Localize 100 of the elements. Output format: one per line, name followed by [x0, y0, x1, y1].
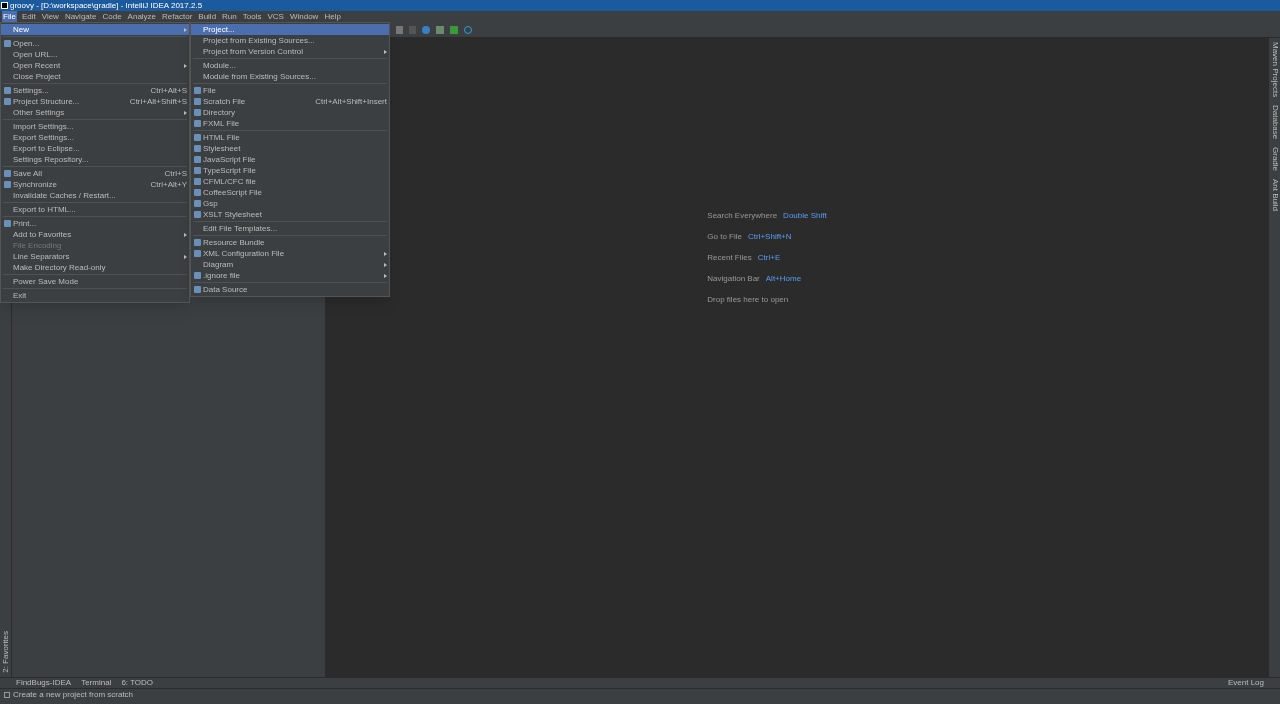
menu-bar-item[interactable]: Navigate: [63, 10, 98, 23]
menu-item[interactable]: Open URL...: [1, 49, 189, 60]
tool-window-tab[interactable]: Event Log: [1227, 677, 1264, 689]
menu-item[interactable]: Project from Version Control: [191, 46, 389, 57]
menu-item[interactable]: Data Source: [191, 284, 389, 295]
menu-item[interactable]: Exit: [1, 290, 189, 301]
menu-bar-item[interactable]: Edit: [20, 10, 37, 23]
menu-label: Export to Eclipse...: [13, 142, 81, 155]
menu-label: Gsp: [203, 197, 219, 210]
menu-item[interactable]: XSLT Stylesheet: [191, 209, 389, 220]
menu-label: XML Configuration File: [203, 247, 286, 260]
tool-window-tab[interactable]: 2: Favorites: [0, 631, 12, 673]
tool-window-tab[interactable]: FindBugs-IDEA: [16, 677, 72, 689]
menu-item[interactable]: Export Settings...: [1, 132, 189, 143]
menu-item[interactable]: Diagram: [191, 259, 389, 270]
menu-item[interactable]: .ignore file: [191, 270, 389, 281]
menu-bar-item[interactable]: Refactor: [161, 10, 194, 23]
menu-label: Synchronize: [13, 178, 59, 191]
menu-item[interactable]: Export to Eclipse...: [1, 143, 189, 154]
menu-label: Make Directory Read-only: [13, 261, 107, 274]
menu-item[interactable]: Line Separators: [1, 251, 189, 262]
menu-item[interactable]: JavaScript File: [191, 154, 389, 165]
menu-item[interactable]: Settings Repository...: [1, 154, 189, 165]
tool-window-tab[interactable]: Ant Build: [1268, 179, 1280, 212]
window-title: groovy - [D:\workspace\gradle] - IntelliJ IDEA 2017.2.5: [10, 0, 203, 12]
menu-label: Settings...: [13, 84, 50, 97]
menu-item[interactable]: Open Recent: [1, 60, 189, 71]
menu-label: Resource Bundle: [203, 236, 266, 249]
menu-item[interactable]: Module...: [191, 60, 389, 71]
menu-item[interactable]: TypeScript File: [191, 165, 389, 176]
shortcut-text: Ctrl+Alt+Shift+S: [129, 95, 187, 108]
menu-label: Line Separators: [13, 250, 71, 263]
menu-item[interactable]: CoffeeScript File: [191, 187, 389, 198]
menu-label: Project Structure...: [13, 95, 81, 108]
menu-bar-item[interactable]: Run: [221, 10, 238, 23]
menu-item[interactable]: Project...: [191, 24, 389, 35]
menu-item[interactable]: Save All Ctrl+S: [1, 168, 189, 179]
menu-label: Export to HTML...: [13, 203, 77, 216]
menu-item[interactable]: Export to HTML...: [1, 204, 189, 215]
menu-label: FXML File: [203, 117, 241, 130]
menu-label: TypeScript File: [203, 164, 257, 177]
menu-label: CFML/CFC file: [203, 175, 257, 188]
menu-item[interactable]: Open...: [1, 38, 189, 49]
menu-label: Exit: [13, 289, 28, 302]
menu-item[interactable]: Module from Existing Sources...: [191, 71, 389, 82]
shortcut-text: Double Shift: [783, 209, 827, 222]
menu-bar-item[interactable]: Build: [197, 10, 218, 23]
menu-item[interactable]: File: [191, 85, 389, 96]
menu-item[interactable]: Close Project: [1, 71, 189, 82]
menu-label: JavaScript File: [203, 153, 257, 166]
menu-label: Invalidate Caches / Restart...: [13, 189, 117, 202]
menu-item[interactable]: Settings... Ctrl+Alt+S: [1, 85, 189, 96]
menu-item[interactable]: Make Directory Read-only: [1, 262, 189, 273]
menu-item[interactable]: Resource Bundle: [191, 237, 389, 248]
menu-bar-item[interactable]: Window: [288, 10, 320, 23]
menu-label: Diagram: [203, 258, 235, 271]
menu-item[interactable]: Print...: [1, 218, 189, 229]
menu-label: HTML File: [203, 131, 241, 144]
menu-item[interactable]: CFML/CFC file: [191, 176, 389, 187]
menu-item[interactable]: FXML File: [191, 118, 389, 129]
menu-label: XSLT Stylesheet: [203, 208, 263, 221]
menu-bar-item[interactable]: Analyze: [126, 10, 158, 23]
menu-label: Open...: [13, 37, 41, 50]
hint-text: Go to File: [707, 230, 742, 243]
menu-bar-item[interactable]: View: [40, 10, 60, 23]
menu-label: Print...: [13, 217, 38, 230]
tool-window-tab[interactable]: Database: [1268, 105, 1280, 140]
menu-label: File: [203, 84, 217, 97]
tool-window-tab[interactable]: Maven Projects: [1268, 42, 1280, 98]
menu-item[interactable]: Stylesheet: [191, 143, 389, 154]
menu-item[interactable]: XML Configuration File: [191, 248, 389, 259]
menu-item[interactable]: Directory: [191, 107, 389, 118]
menu-item[interactable]: HTML File: [191, 132, 389, 143]
menu-item[interactable]: Add to Favorites: [1, 229, 189, 240]
menu-label: Edit File Templates...: [203, 222, 279, 235]
shortcut-text: Ctrl+E: [757, 251, 781, 264]
menu-item[interactable]: Project from Existing Sources...: [191, 35, 389, 46]
menu-item[interactable]: Gsp: [191, 198, 389, 209]
menu-item[interactable]: Other Settings: [1, 107, 189, 118]
menu-item[interactable]: Edit File Templates...: [191, 223, 389, 234]
menu-bar-item[interactable]: Tools: [241, 10, 263, 23]
menu-bar-item[interactable]: VCS: [266, 10, 285, 23]
menu-item[interactable]: Project Structure... Ctrl+Alt+Shift+S: [1, 96, 189, 107]
menu-item[interactable]: Power Save Mode: [1, 276, 189, 287]
tool-window-tab[interactable]: Terminal: [81, 677, 112, 689]
tool-window-tab[interactable]: 6: TODO: [121, 677, 154, 689]
shortcut-text: Ctrl+S: [164, 167, 187, 180]
hint-text: Drop files here to open: [707, 293, 789, 306]
status-text: Create a new project from scratch: [13, 688, 134, 701]
menu-item[interactable]: Synchronize Ctrl+Alt+Y: [1, 179, 189, 190]
menu-item[interactable]: Invalidate Caches / Restart...: [1, 190, 189, 201]
menu-bar-item[interactable]: Code: [101, 10, 123, 23]
hint-text: Navigation Bar: [707, 272, 760, 285]
menu-label: Other Settings: [13, 106, 66, 119]
menu-bar-item[interactable]: Help: [323, 10, 342, 23]
menu-item[interactable]: Scratch File Ctrl+Alt+Shift+Insert: [191, 96, 389, 107]
hint-text: Search Everywhere: [707, 209, 778, 222]
tool-window-tab[interactable]: Gradle: [1268, 147, 1280, 172]
menu-item[interactable]: Import Settings...: [1, 121, 189, 132]
menu-item[interactable]: New: [1, 24, 189, 35]
